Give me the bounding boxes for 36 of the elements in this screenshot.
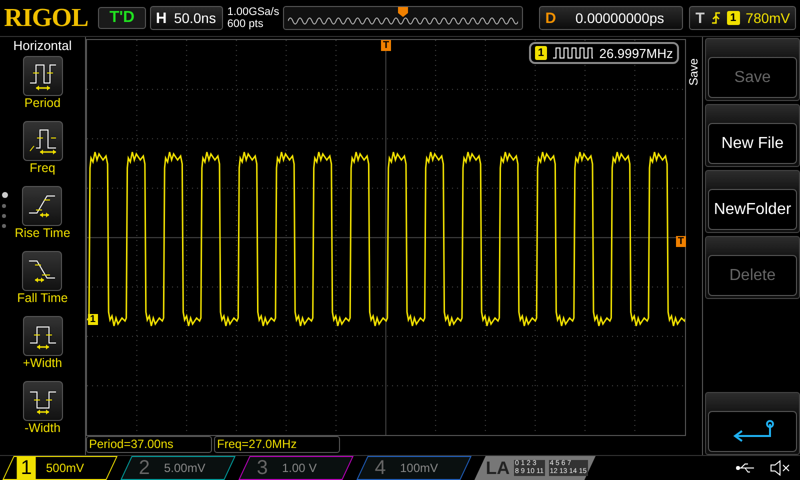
frequency-value: 26.9997MHz xyxy=(599,46,673,60)
usb-icon xyxy=(736,462,756,474)
square-wave-icon xyxy=(552,47,594,59)
channel-marker[interactable]: 1 xyxy=(88,314,98,325)
trigger-position-icon xyxy=(398,7,408,17)
back-button[interactable] xyxy=(708,411,797,452)
run-status[interactable]: T'D xyxy=(98,7,146,29)
menu-key[interactable]: New File xyxy=(708,123,797,164)
page-dot[interactable] xyxy=(2,204,6,208)
channel-tab[interactable]: 4 100mV xyxy=(356,456,472,480)
timebase-display[interactable]: H 50.0ns xyxy=(150,6,224,30)
measure-item[interactable]: Fall Time xyxy=(17,251,68,316)
measure-item[interactable]: Rise Time xyxy=(14,186,70,251)
page-dot[interactable] xyxy=(2,224,6,228)
brand-logo: RIGOL xyxy=(4,3,88,33)
trigger-display[interactable]: T 1 780mV xyxy=(689,6,796,30)
trigger-marker[interactable]: T xyxy=(381,40,392,51)
rising-edge-icon xyxy=(710,11,721,25)
speaker-muted-icon xyxy=(770,460,792,476)
channel-badge: 1 xyxy=(535,46,547,60)
memory-depth: 600 pts xyxy=(227,18,264,30)
memory-wave-icon xyxy=(288,15,518,27)
page-dot[interactable] xyxy=(2,214,6,218)
source-badge: 1 xyxy=(726,11,740,25)
delay-display[interactable]: D 0.00000000ps xyxy=(539,6,684,30)
sample-rate: 1.00GSa/s xyxy=(227,6,280,18)
channel-tab[interactable]: 3 1.00 V xyxy=(238,456,354,480)
panel-title: Horizontal xyxy=(13,38,72,53)
menu-key[interactable]: NewFolder xyxy=(708,189,797,230)
trigger-level-marker[interactable]: T xyxy=(676,236,686,247)
measurement-readout: Period=37.00ns xyxy=(86,436,212,453)
menu-title: Save xyxy=(687,58,701,86)
measurement-readout: Freq=27.0MHz xyxy=(214,436,340,453)
page-dot[interactable] xyxy=(2,192,8,198)
channel-tab[interactable]: 2 5.00mV xyxy=(120,456,236,480)
channel-tab[interactable]: 1 500mV xyxy=(2,456,118,480)
